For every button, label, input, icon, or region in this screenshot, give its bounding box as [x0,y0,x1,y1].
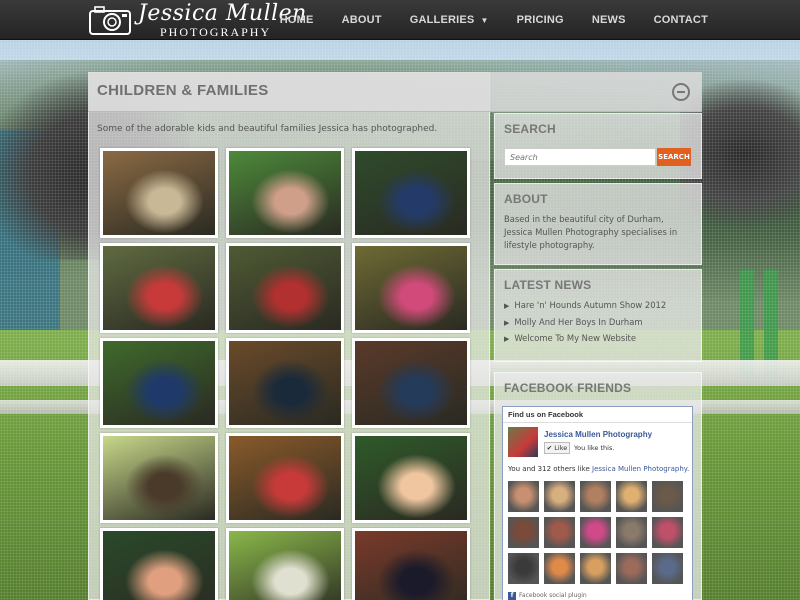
gallery-thumbnail[interactable] [226,338,344,428]
news-item-label: Molly And Her Boys In Durham [514,316,643,327]
gallery-photo [355,341,467,425]
gallery-photo [229,341,341,425]
gallery-thumbnail[interactable] [226,433,344,523]
search-widget-title: SEARCH [504,122,556,136]
facebook-fan-avatar[interactable] [544,481,575,512]
facebook-plugin-label: Facebook social plugin [519,592,587,599]
facebook-count-link[interactable]: Jessica Mullen Photography [592,465,687,473]
facebook-fan-avatar[interactable] [580,553,611,584]
news-item[interactable]: ▶ Welcome To My New Website [504,333,692,350]
facebook-fan-avatar[interactable] [544,517,575,548]
page-title: CHILDREN & FAMILIES [97,82,269,99]
facebook-like-button[interactable]: ✔ Like [544,442,570,454]
news-list: ▶ Hare 'n' Hounds Autumn Show 2012 ▶ Molly… [495,292,701,350]
facebook-box-title: Find us on Facebook [503,407,692,423]
news-item-label: Welcome To My New Website [514,333,636,343]
arrow-right-icon: ▶ [504,318,510,327]
about-widget-title: ABOUT [504,192,548,206]
gallery-thumbnail[interactable] [100,148,218,238]
gallery-photo [355,151,467,235]
arrow-right-icon: ▶ [504,335,510,343]
facebook-page-avatar[interactable] [508,427,538,457]
facebook-fan-avatar[interactable] [616,553,647,584]
news-item[interactable]: ▶ Molly And Her Boys In Durham [504,317,692,334]
facebook-widget-title: FACEBOOK FRIENDS [504,381,632,395]
gallery-photo [103,151,215,235]
facebook-count-prefix: You and 312 others like [508,465,590,473]
gallery-photo [355,436,467,520]
facebook-plugin-footer: f Facebook social plugin [508,592,587,600]
facebook-fan-avatar[interactable] [652,481,683,512]
facebook-icon: f [508,592,516,600]
latest-news-title: LATEST NEWS [504,278,592,292]
gallery-thumbnail[interactable] [226,528,344,600]
gallery-photo [103,341,215,425]
gallery-photo [103,531,215,600]
nav-galleries-label: GALLERIES [409,14,475,26]
gallery-thumbnail[interactable] [100,528,218,600]
facebook-fan-avatar[interactable] [580,517,611,548]
gallery-thumbnail[interactable] [352,148,470,238]
gallery-thumbnail[interactable] [226,243,344,333]
nav-contact[interactable]: CONTACT [654,14,708,26]
gallery-photo [229,531,341,600]
about-widget: ABOUT Based in the beautiful city of Dur… [494,183,702,265]
gallery-photo [229,436,341,520]
facebook-like-count: You and 312 others like Jessica Mullen P… [508,465,689,473]
gallery-thumbnail[interactable] [352,338,470,428]
search-widget: SEARCH SEARCH [494,113,702,179]
facebook-fan-avatar[interactable] [508,517,539,548]
page-title-bar: CHILDREN & FAMILIES [88,72,702,112]
facebook-you-like: You like this. [574,444,615,452]
gallery-thumbnail[interactable] [100,338,218,428]
gallery-photo [229,246,341,330]
gallery-photo [103,436,215,520]
arrow-right-icon: ▶ [504,302,510,310]
facebook-fan-avatar[interactable] [616,481,647,512]
nav-galleries[interactable]: GALLERIES ▼ [410,14,489,26]
facebook-fan-avatar[interactable] [652,517,683,548]
facebook-fan-avatar[interactable] [508,553,539,584]
facebook-fan-avatar[interactable] [508,481,539,512]
facebook-like-box: Find us on Facebook Jessica Mullen Photo… [502,406,693,600]
main-nav: HOME ABOUT GALLERIES ▼ PRICING NEWS CONTA… [252,0,708,40]
nav-news[interactable]: NEWS [592,14,626,26]
site-header: Jessica Mullen PHOTOGRAPHY HOME ABOUT GA… [0,0,800,40]
gallery-intro: Some of the adorable kids and beautiful … [97,124,438,134]
gallery-photo [229,151,341,235]
gallery-thumbnail[interactable] [100,243,218,333]
facebook-fan-avatar[interactable] [616,517,647,548]
collapse-icon[interactable] [672,83,690,101]
gallery-photo [355,531,467,600]
news-item-label: Hare 'n' Hounds Autumn Show 2012 [514,300,667,310]
facebook-count-suffix: . [686,465,690,473]
news-item[interactable]: ▶ Hare 'n' Hounds Autumn Show 2012 [504,300,692,317]
gallery-photo [103,246,215,330]
latest-news-widget: LATEST NEWS ▶ Hare 'n' Hounds Autumn Show… [494,269,702,362]
facebook-fan-avatar[interactable] [544,553,575,584]
facebook-fan-avatar[interactable] [652,553,683,584]
chevron-down-icon: ▼ [480,16,489,25]
gallery-photo [355,246,467,330]
facebook-widget: FACEBOOK FRIENDS Find us on Facebook Jes… [494,372,702,600]
search-button[interactable]: SEARCH [657,148,691,166]
camera-icon [89,6,131,35]
facebook-like-label: Like [554,444,568,452]
nav-home[interactable]: HOME [280,14,314,26]
gallery-thumbnail[interactable] [226,148,344,238]
gallery-thumbnail[interactable] [352,433,470,523]
facebook-page-name[interactable]: Jessica Mullen Photography [544,430,652,439]
gallery-thumbnail[interactable] [100,433,218,523]
search-input[interactable] [504,148,656,166]
about-text: Based in the beautiful city of Durham, J… [504,214,678,250]
gallery-thumbnail[interactable] [352,243,470,333]
gallery-thumbnail[interactable] [352,528,470,600]
facebook-page-info: Jessica Mullen Photography ✔ Like You li… [508,427,688,457]
nav-pricing[interactable]: PRICING [517,14,564,26]
facebook-fan-avatar[interactable] [580,481,611,512]
nav-about[interactable]: ABOUT [342,14,382,26]
